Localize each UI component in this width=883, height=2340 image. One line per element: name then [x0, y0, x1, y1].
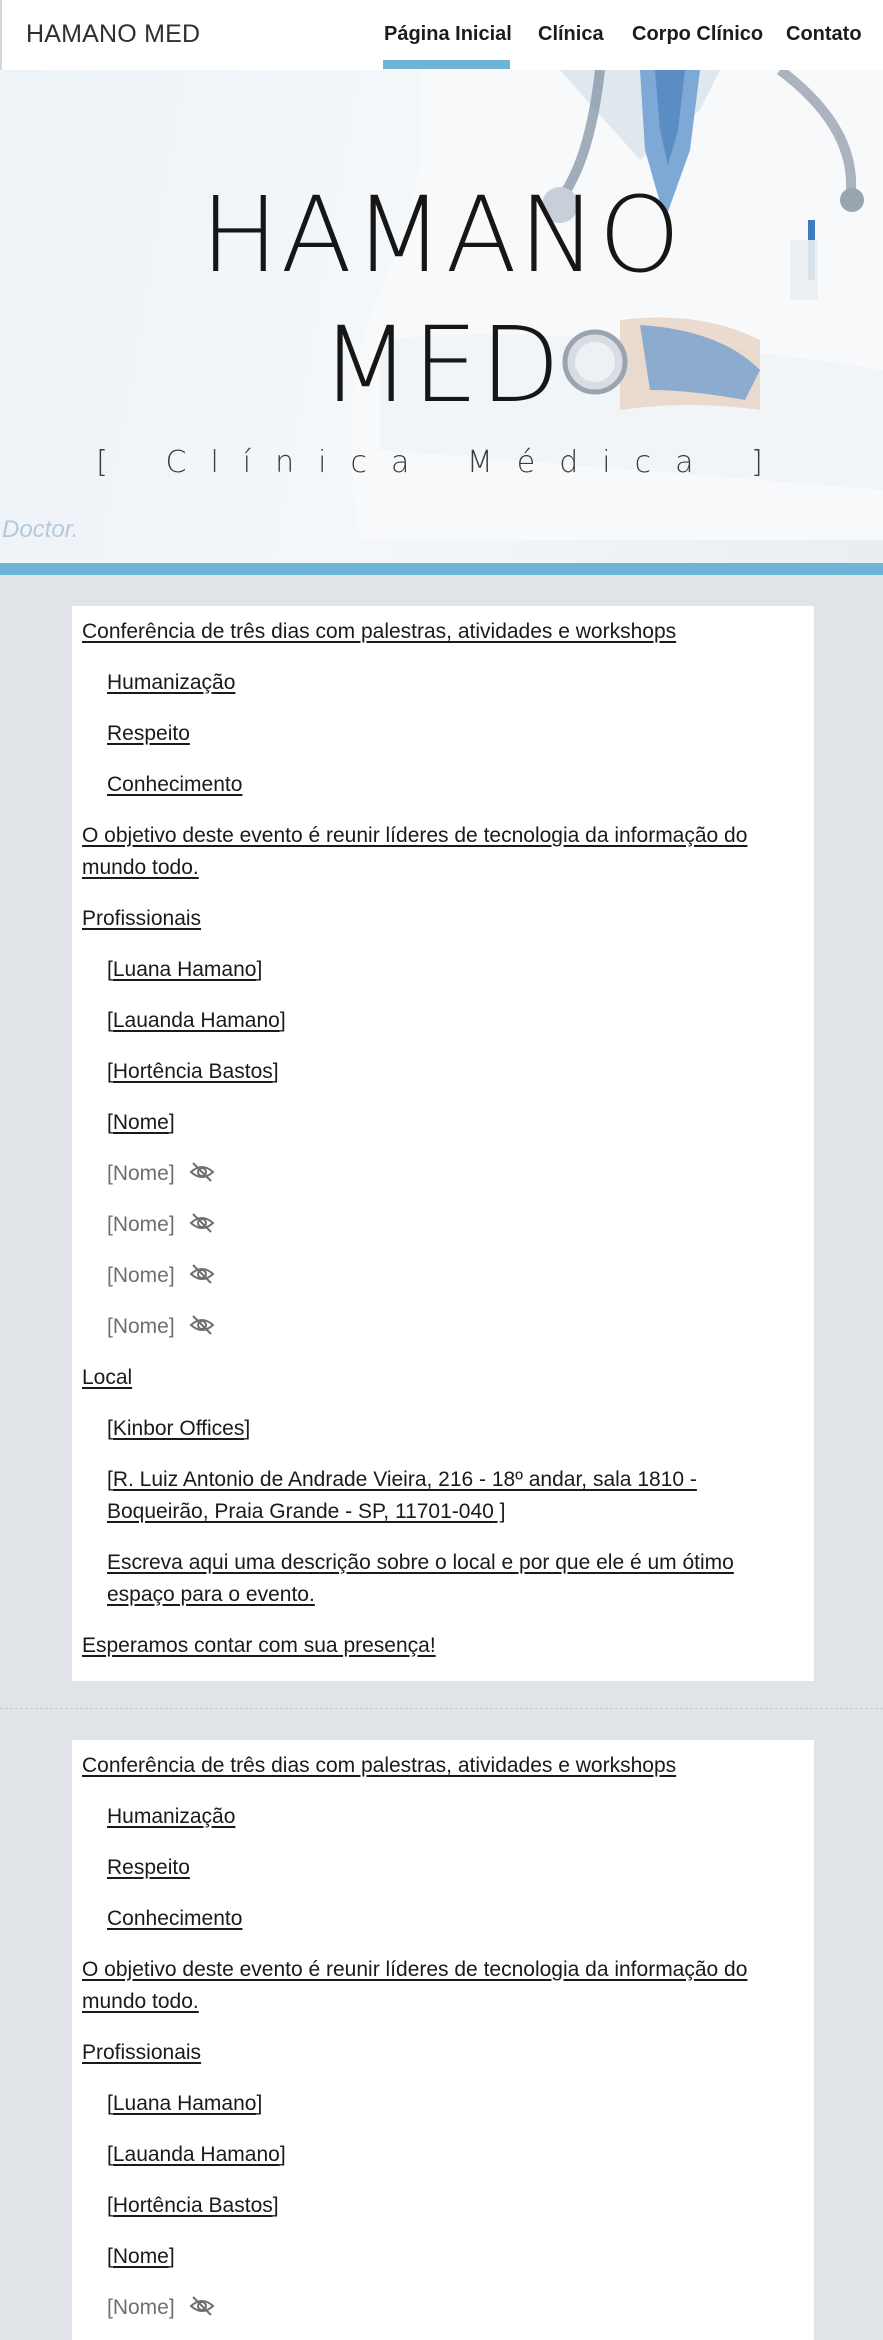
- section-divider: [0, 1708, 883, 1709]
- venue-address[interactable]: [R. Luiz Antonio de Andrade Vieira, 216 …: [107, 1464, 787, 1528]
- professional-item[interactable]: [Nome]: [107, 1107, 175, 1139]
- event-objective[interactable]: O objetivo deste evento é reunir líderes…: [82, 1954, 797, 2018]
- professional-item[interactable]: [Luana Hamano]: [107, 954, 262, 986]
- value-item[interactable]: Humanização: [107, 1801, 235, 1833]
- event-card-2: Conferência de três dias com palestras, …: [72, 1740, 814, 2340]
- nav-item-corpo-clinico[interactable]: Corpo Clínico: [632, 23, 763, 46]
- top-navbar: HAMANO MED Página Inicial Clínica Corpo …: [0, 0, 883, 70]
- eye-off-icon[interactable]: [189, 1212, 215, 1234]
- hero-title-line2: MED: [320, 304, 563, 426]
- event-card-1: Conferência de três dias com palestras, …: [72, 606, 814, 1681]
- nav-item-contato[interactable]: Contato: [786, 23, 862, 46]
- closing-message[interactable]: Esperamos contar com sua presença!: [82, 1630, 436, 1662]
- eye-off-icon[interactable]: [189, 1263, 215, 1285]
- nav-item-pagina-inicial[interactable]: Página Inicial: [384, 23, 512, 46]
- brand-logo-text[interactable]: HAMANO MED: [26, 20, 200, 49]
- venue-name[interactable]: [Kinbor Offices]: [107, 1413, 250, 1445]
- eye-off-icon[interactable]: [189, 1314, 215, 1336]
- hero-watermark: Doctor.: [2, 516, 79, 543]
- value-item[interactable]: Conhecimento: [107, 769, 242, 801]
- professional-item[interactable]: [Luana Hamano]: [107, 2088, 262, 2120]
- value-item[interactable]: Respeito: [107, 718, 190, 750]
- hidden-professional-item[interactable]: [Nome]: [107, 2292, 215, 2324]
- hidden-professional-item[interactable]: [Nome]: [107, 1311, 215, 1343]
- professional-item[interactable]: [Hortência Bastos]: [107, 1056, 279, 1088]
- hidden-professional-item[interactable]: [Nome]: [107, 1209, 215, 1241]
- professionals-heading[interactable]: Profissionais: [82, 2037, 201, 2069]
- venue-description[interactable]: Escreva aqui uma descrição sobre o local…: [107, 1547, 787, 1611]
- hero-accent-stripe: [0, 563, 883, 575]
- eye-off-icon[interactable]: [189, 2295, 215, 2317]
- hero-title-line1: HAMANO: [200, 174, 683, 296]
- eye-off-icon[interactable]: [189, 1161, 215, 1183]
- event-intro[interactable]: Conferência de três dias com palestras, …: [82, 1750, 676, 1782]
- nav-item-clinica[interactable]: Clínica: [538, 23, 604, 46]
- hidden-professional-item[interactable]: [Nome]: [107, 1260, 215, 1292]
- hero-banner: HAMANO MED [ Clínica Médica ] Doctor.: [0, 70, 883, 575]
- professional-item[interactable]: [Hortência Bastos]: [107, 2190, 279, 2222]
- professional-item[interactable]: [Lauanda Hamano]: [107, 2139, 286, 2171]
- value-item[interactable]: Humanização: [107, 667, 235, 699]
- active-nav-indicator: [383, 60, 510, 69]
- event-objective[interactable]: O objetivo deste evento é reunir líderes…: [82, 820, 797, 884]
- value-item[interactable]: Conhecimento: [107, 1903, 242, 1935]
- event-intro[interactable]: Conferência de três dias com palestras, …: [82, 616, 676, 648]
- hidden-professional-item[interactable]: [Nome]: [107, 1158, 215, 1190]
- professional-item[interactable]: [Lauanda Hamano]: [107, 1005, 286, 1037]
- professional-item[interactable]: [Nome]: [107, 2241, 175, 2273]
- value-item[interactable]: Respeito: [107, 1852, 190, 1884]
- hero-subtitle: [ Clínica Médica ]: [96, 445, 787, 480]
- professionals-heading[interactable]: Profissionais: [82, 903, 201, 935]
- local-heading[interactable]: Local: [82, 1362, 132, 1394]
